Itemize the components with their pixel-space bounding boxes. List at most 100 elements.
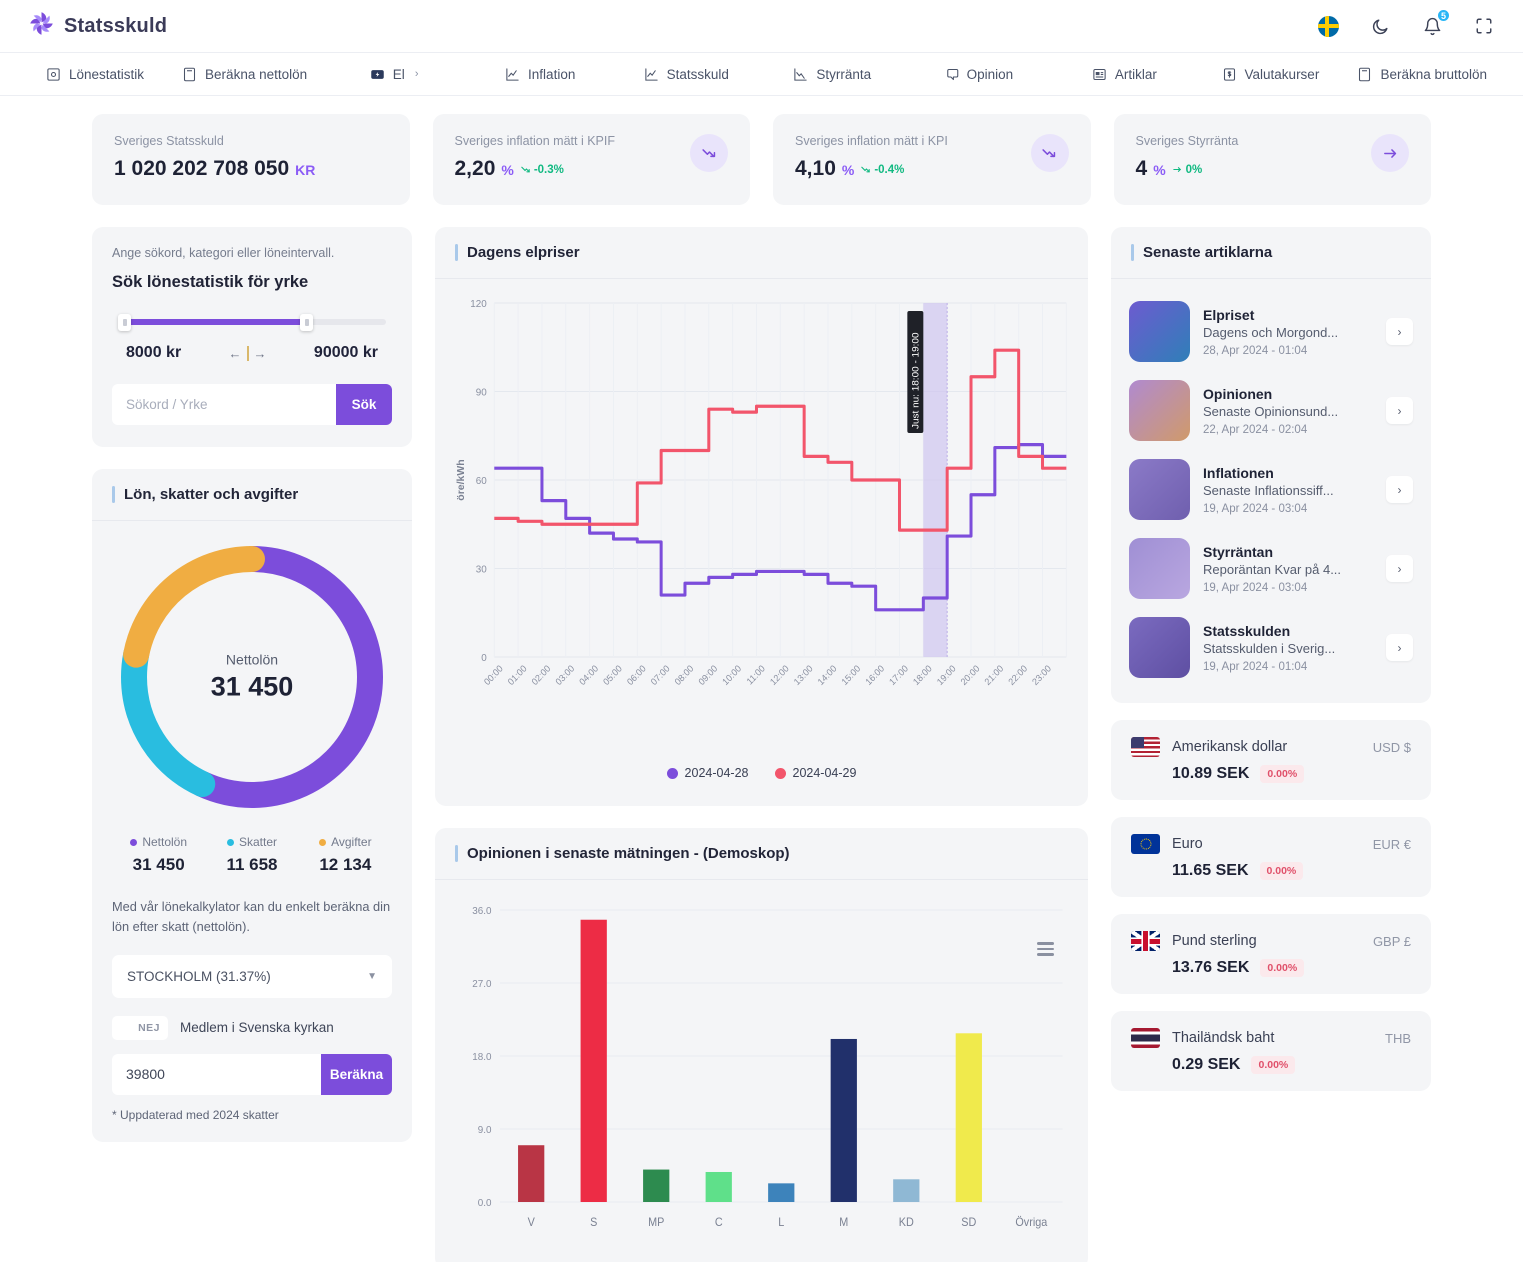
salary-range-slider[interactable] [118, 314, 386, 331]
legend-label: Skatter [238, 835, 277, 849]
municipality-select[interactable]: STOCKHOLM (31.37%) ▼ [112, 954, 392, 998]
calculate-button[interactable]: Beräkna [321, 1053, 392, 1095]
svg-text:14:00: 14:00 [816, 663, 839, 687]
arrow-left-icon[interactable]: ← [229, 346, 242, 361]
article-open-chevron-icon[interactable]: › [1386, 318, 1413, 345]
stat-delta: 0% [1172, 164, 1202, 176]
svg-text:12:00: 12:00 [768, 663, 791, 687]
currency-code: THB [1385, 1030, 1411, 1046]
nav-item-opinion[interactable]: Opinion [905, 67, 1051, 82]
legend-label: Avgifter [331, 835, 372, 849]
opinion-poll-card: Opinionen i senaste mätningen - (Demosko… [435, 828, 1088, 1262]
legend-label: 2024-04-28 [684, 766, 749, 780]
salary-amount-input[interactable] [112, 1053, 321, 1095]
stat-label: Sveriges Statsskuld [114, 134, 224, 148]
currency-card[interactable]: Thailändsk baht THB 0.29 SEK 0.00% [1111, 1011, 1431, 1091]
article-title: Elpriset [1203, 306, 1255, 323]
stat-card-statsskuld: Sveriges Statsskuld 1 020 202 708 050 KR [92, 114, 410, 205]
nav-item-berakna-bruttolon[interactable]: Beräkna bruttolön [1343, 67, 1501, 82]
hamburger-menu-icon[interactable] [1037, 942, 1054, 956]
card-title: Dagens elpriser [467, 244, 580, 261]
left-column: Ange sökord, kategori eller löneinterval… [92, 227, 412, 1262]
svg-text:17:00: 17:00 [887, 663, 910, 687]
article-open-chevron-icon[interactable]: › [1386, 397, 1413, 424]
currency-card[interactable]: Pund sterling GBP £ 13.76 SEK 0.00% [1111, 914, 1431, 994]
church-member-toggle[interactable]: NEJ [112, 1015, 168, 1040]
legend-item-avgifter: Avgifter 12 134 [299, 835, 392, 875]
language-flag-sweden-icon[interactable] [1317, 15, 1339, 37]
article-subtitle: Senaste Opinionsund... [1203, 403, 1339, 419]
search-input[interactable] [112, 384, 336, 425]
calculator-icon [1359, 67, 1371, 81]
fullscreen-icon[interactable] [1473, 15, 1495, 37]
nav-item-el[interactable]: El › [321, 67, 467, 82]
svg-text:0.0: 0.0 [478, 1198, 492, 1209]
article-subtitle: Senaste Inflationssiff... [1203, 482, 1334, 498]
search-heading: Sök lönestatistik för yrke [112, 273, 309, 291]
nav-item-styrranta[interactable]: Styrränta [759, 67, 905, 82]
stat-label: Sveriges inflation mätt i KPI [795, 134, 948, 148]
currency-card[interactable]: Amerikansk dollar USD $ 10.89 SEK 0.00% [1111, 720, 1431, 800]
article-icon [1093, 68, 1106, 80]
article-open-chevron-icon[interactable]: › [1386, 555, 1413, 582]
search-button[interactable]: Sök [336, 384, 392, 425]
article-item[interactable]: Styrräntan Reporäntan Kvar på 4... 19, A… [1129, 529, 1413, 608]
brand-logo[interactable]: Statsskuld [28, 10, 167, 42]
church-member-label: Medlem i Svenska kyrkan [180, 1020, 334, 1036]
article-item[interactable]: Elpriset Dagens och Morgond... 28, Apr 2… [1129, 292, 1413, 371]
svg-text:20:00: 20:00 [959, 663, 982, 687]
brand-name: Statsskuld [64, 14, 168, 37]
nav-item-berakna-nettolon[interactable]: Beräkna nettolön [168, 67, 321, 82]
article-date: 19, Apr 2024 - 03:04 [1203, 502, 1308, 515]
range-adjust-arrows[interactable]: ← → [229, 345, 267, 361]
arrow-right-icon[interactable]: → [254, 346, 267, 361]
legend-dot [774, 767, 786, 779]
currency-change-badge: 0.00% [1260, 959, 1305, 977]
svg-text:23:00: 23:00 [1030, 663, 1053, 687]
salary-min-value: 8000 kr [126, 344, 182, 361]
right-column: Senaste artiklarna Elpriset Dagens och M… [1111, 227, 1431, 1262]
electricity-chart[interactable]: 0 30 60 90 120 Just nu: 18:00 - 19:00 00:00 01:… [435, 279, 1088, 806]
article-subtitle: Statsskulden i Sverig... [1203, 640, 1336, 656]
salary-donut-chart: Nettolön 31 450 [112, 541, 392, 813]
article-open-chevron-icon[interactable]: › [1386, 476, 1413, 503]
currency-code: USD $ [1372, 739, 1411, 755]
nav-item-valutakurser[interactable]: Valutakurser [1197, 67, 1343, 82]
article-item[interactable]: Statsskulden Statsskulden i Sverig... 19… [1129, 608, 1413, 687]
th-flag-icon [1131, 1028, 1160, 1048]
notifications-bell-icon[interactable]: 5 [1421, 8, 1451, 37]
nav-item-lonestatistik[interactable]: Lönestatistik [22, 67, 168, 82]
currency-card[interactable]: Euro EUR € 11.65 SEK 0.00% [1111, 817, 1431, 897]
currency-rate: 13.76 SEK [1172, 959, 1250, 976]
trend-down-badge [690, 134, 728, 172]
range-divider [246, 345, 249, 361]
slider-knob-min[interactable] [118, 314, 131, 331]
target-icon [47, 67, 60, 81]
opinion-chart[interactable]: 0.0 9.0 18.0 27.0 36.0 V S MP C L M KD SD Övriga [435, 880, 1088, 1262]
svg-text:06:00: 06:00 [625, 663, 648, 687]
article-title: Inflationen [1203, 464, 1274, 481]
inflation-city-thumb [1129, 459, 1190, 520]
slider-knob-max[interactable] [300, 314, 314, 331]
line-chart-up-icon [506, 67, 519, 81]
nav-item-statsskuld[interactable]: Statsskuld [613, 67, 759, 82]
article-item[interactable]: Inflationen Senaste Inflationssiff... 19… [1129, 450, 1413, 529]
article-open-chevron-icon[interactable]: › [1386, 634, 1413, 661]
articles-list: Elpriset Dagens och Morgond... 28, Apr 2… [1111, 279, 1431, 703]
line-chart-down-icon [794, 67, 808, 81]
nav-item-inflation[interactable]: Inflation [467, 67, 613, 82]
trend-flat-badge [1371, 134, 1409, 172]
stat-label: Sveriges inflation mätt i KPIF [454, 134, 615, 148]
nav-item-artiklar[interactable]: Artiklar [1051, 67, 1197, 82]
article-item[interactable]: Opinionen Senaste Opinionsund... 22, Apr… [1129, 371, 1413, 450]
dark-mode-moon-icon[interactable] [1369, 15, 1391, 37]
stat-unit: % [841, 162, 855, 178]
svg-text:07:00: 07:00 [649, 663, 672, 687]
stat-value: 4 [1135, 157, 1148, 180]
svg-text:30: 30 [476, 564, 487, 575]
svg-text:Övriga: Övriga [1015, 1216, 1048, 1229]
svg-text:Just nu: 18:00 - 19:00: Just nu: 18:00 - 19:00 [911, 332, 922, 429]
svg-text:05:00: 05:00 [601, 663, 624, 687]
stat-delta: -0.4% [860, 164, 904, 176]
svg-text:04:00: 04:00 [577, 663, 600, 687]
